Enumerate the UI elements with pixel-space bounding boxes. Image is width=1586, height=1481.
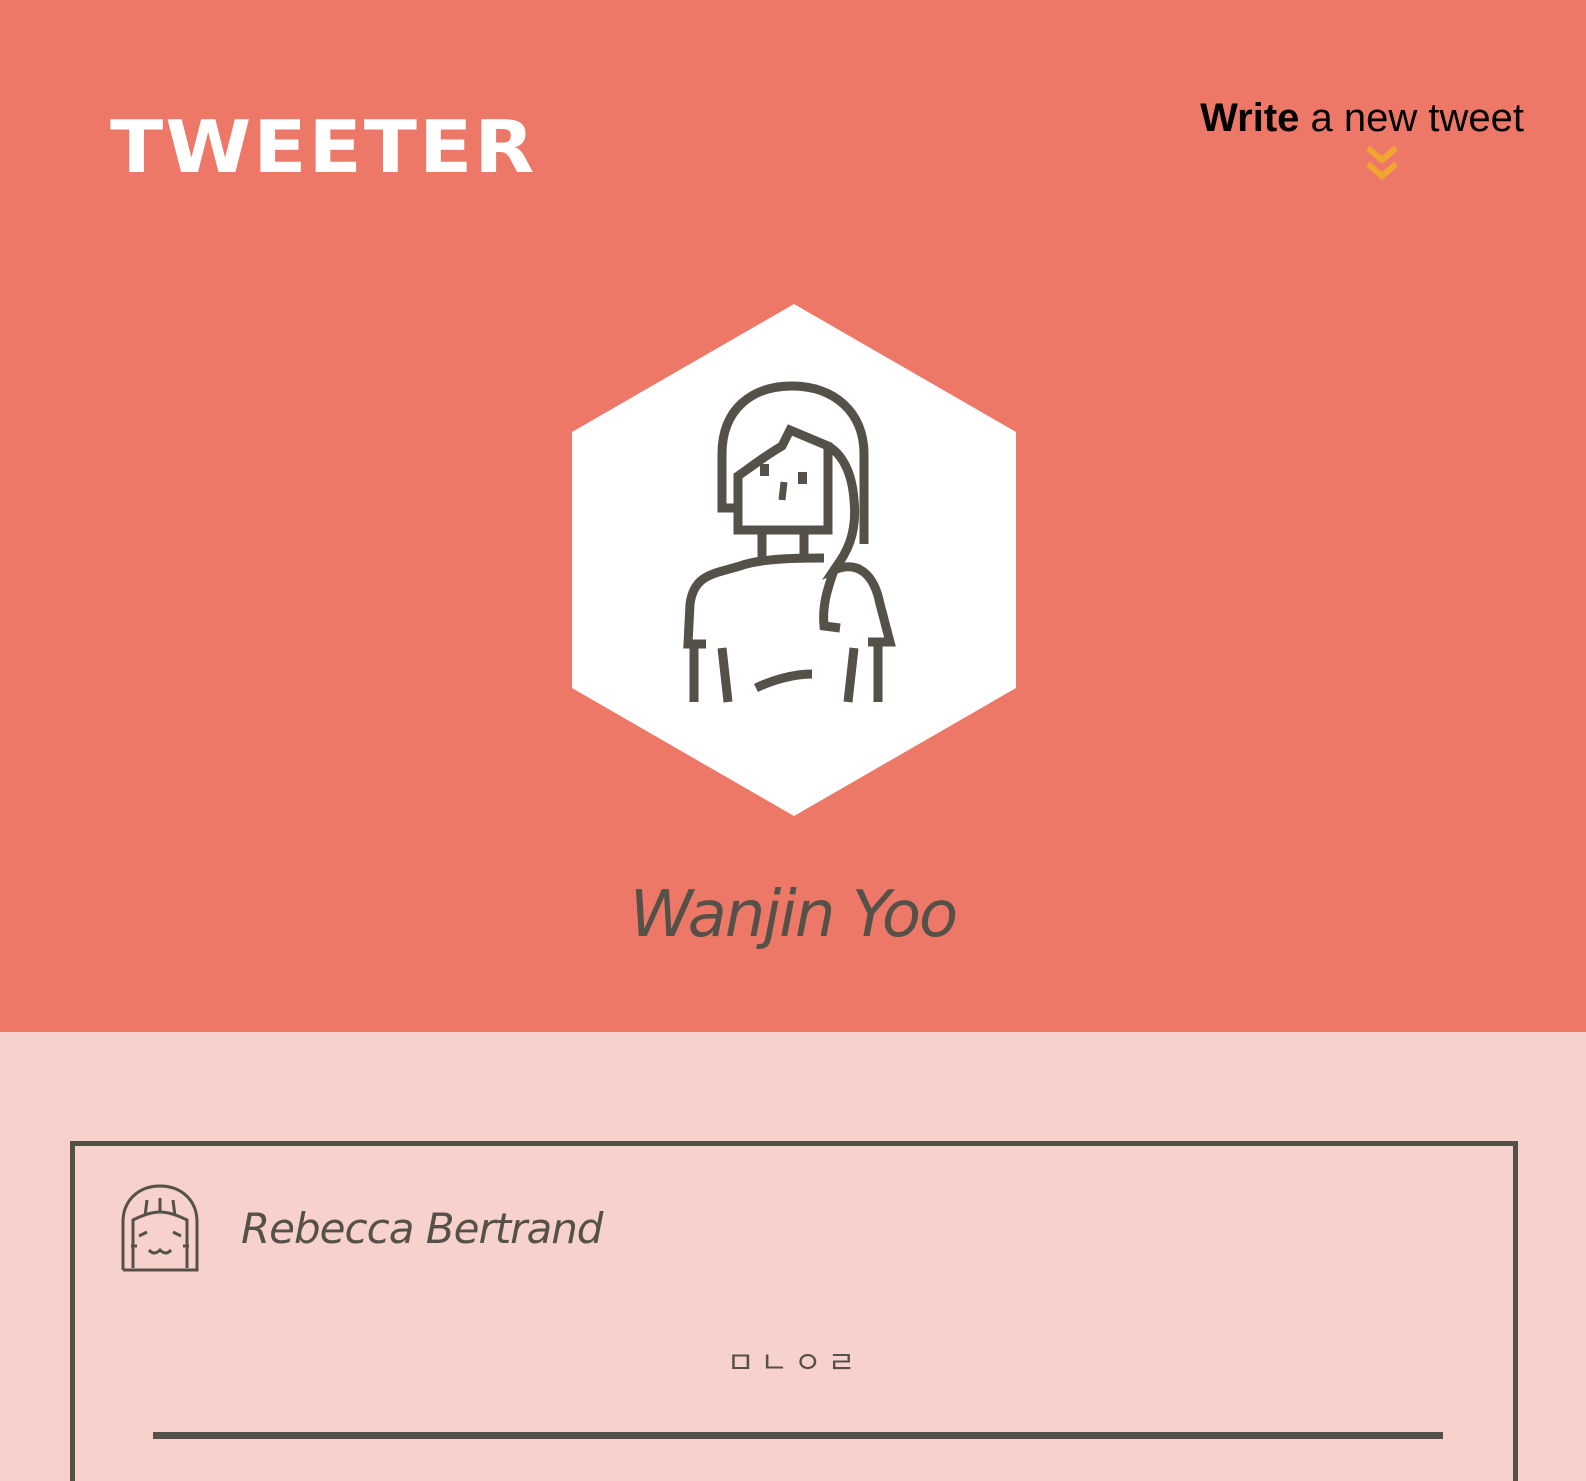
tweet-author[interactable]: Rebecca Bertrand [241,1204,603,1253]
page-header: TWEETER Write a new tweet Wanjin Yoo [0,0,1586,1032]
girl-avatar-icon [121,1184,199,1272]
tweet-text: ㅁㄴㅇㄹ [726,1346,862,1381]
tweet-divider [153,1432,1443,1439]
double-chevron-down-icon[interactable] [1362,144,1402,184]
tweet-card: Rebecca Bertrand ㅁㄴㅇㄹ [70,1141,1518,1481]
write-new-tweet-label: Write a new tweet [1200,96,1524,140]
woman-avatar-icon [572,304,1016,816]
app-logo[interactable]: TWEETER [110,112,536,184]
profile-avatar [572,304,1016,816]
profile-name: Wanjin Yoo [629,878,958,952]
write-strong-label: Write [1200,96,1300,140]
write-new-tweet-toggle[interactable]: Write a new tweet [1200,96,1524,184]
write-rest-label: a new tweet [1299,96,1524,140]
